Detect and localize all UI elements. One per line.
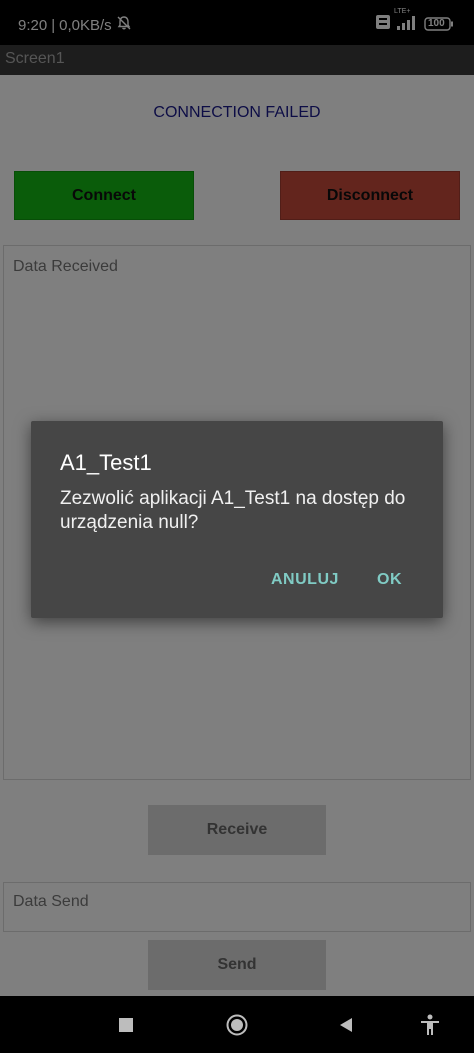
dialog-message: Zezwolić aplikacji A1_Test1 na dostęp do…	[60, 488, 406, 533]
square-icon[interactable]	[113, 1012, 139, 1038]
circle-icon[interactable]	[224, 1012, 250, 1038]
accessibility-icon[interactable]	[417, 1012, 443, 1038]
navigation-bar	[0, 996, 474, 1053]
dialog-title: A1_Test1	[60, 450, 152, 475]
permission-dialog: A1_Test1 Zezwolić aplikacji A1_Test1 na …	[31, 421, 443, 618]
dialog-cancel-button[interactable]: ANULUJ	[271, 571, 339, 589]
dialog-ok-button[interactable]: OK	[377, 571, 402, 589]
back-triangle-icon[interactable]	[333, 1012, 359, 1038]
